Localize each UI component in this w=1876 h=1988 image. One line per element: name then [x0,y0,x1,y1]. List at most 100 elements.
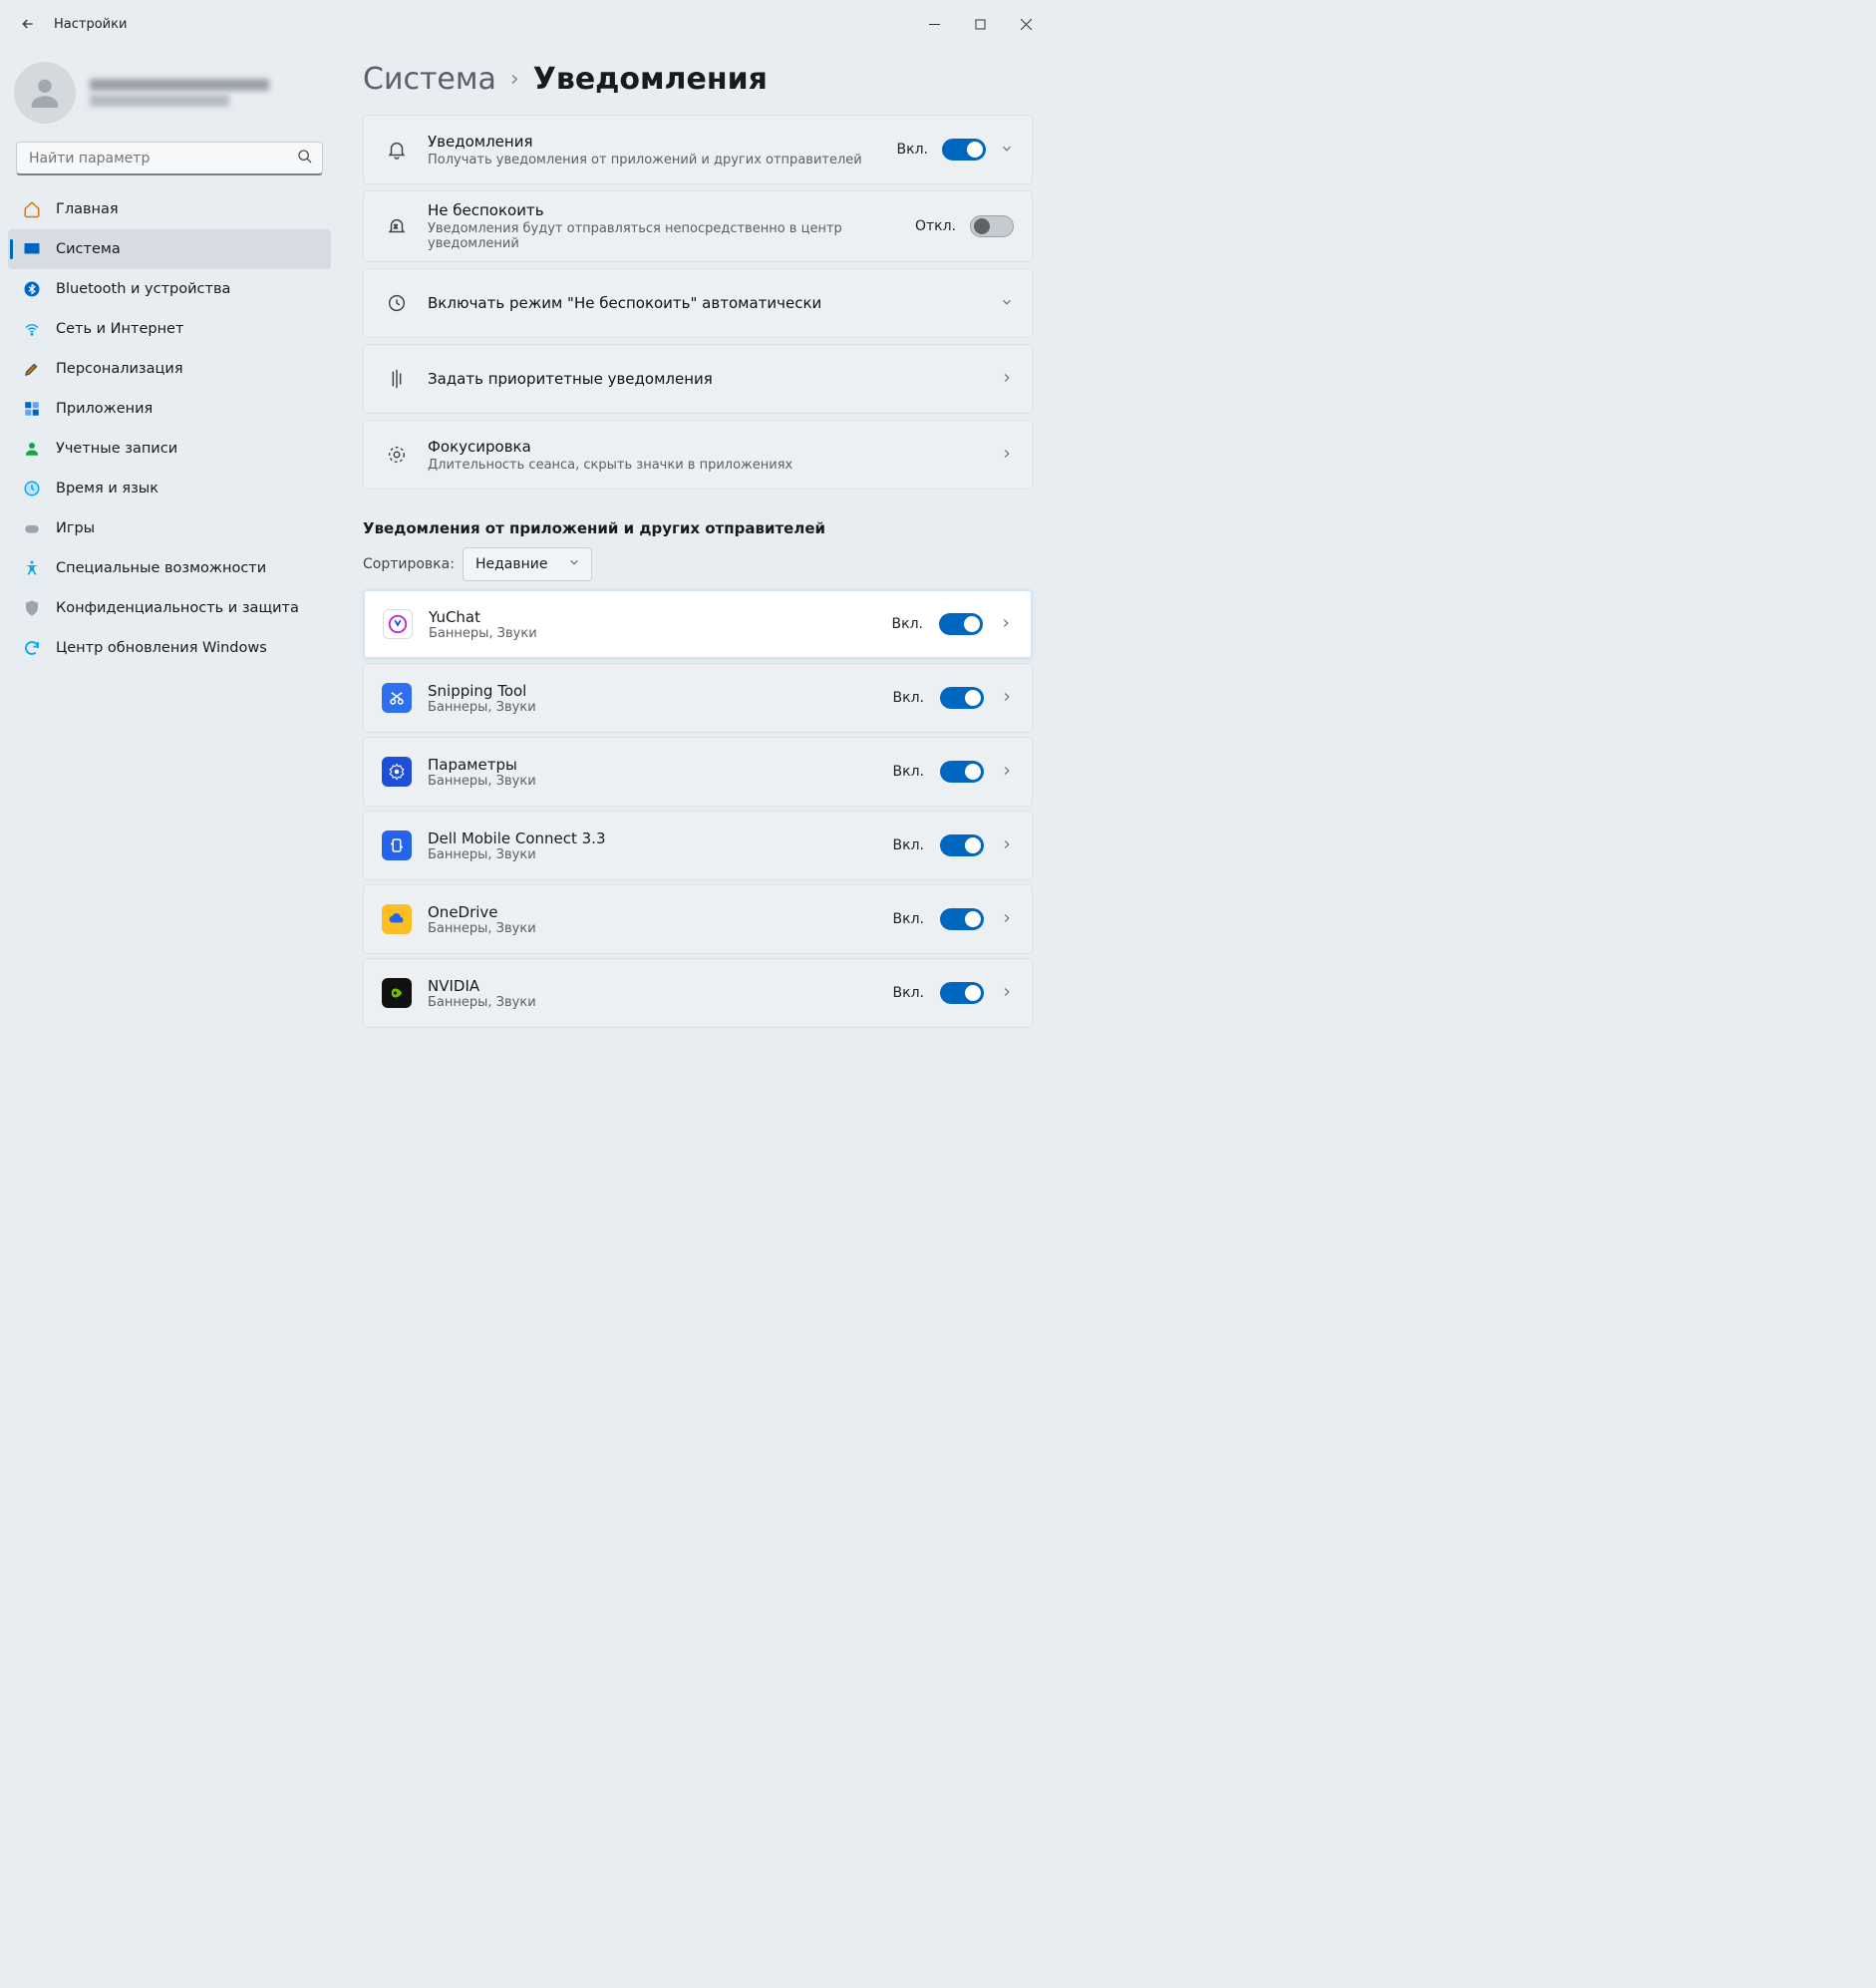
nav-privacy[interactable]: Конфиденциальность и защита [8,588,331,628]
minimize-button[interactable] [911,8,957,40]
nav-system[interactable]: Система [8,229,331,269]
sort-dropdown[interactable]: Недавние [463,547,592,581]
nav-time-language[interactable]: Время и язык [8,469,331,508]
nav-apps[interactable]: Приложения [8,389,331,429]
titlebar: Настройки [0,0,1057,48]
main-panel: Система › Уведомления Уведомления Получа… [339,48,1057,1123]
nav-home[interactable]: Главная [8,189,331,229]
app-icon [382,683,412,713]
chevron-right-icon[interactable] [1000,689,1014,708]
chevron-right-icon[interactable] [999,615,1013,634]
chevron-right-icon[interactable] [1000,763,1014,782]
nav-label: Персонализация [56,361,183,377]
app-name: OneDrive [428,903,877,921]
app-icon [382,757,412,787]
priority-icon [384,366,410,392]
focus-icon [384,442,410,468]
nav-label: Bluetooth и устройства [56,281,230,297]
app-row-snipping[interactable]: Snipping Tool Баннеры, Звуки Вкл. [363,663,1033,733]
app-name: NVIDIA [428,977,877,995]
app-sub: Баннеры, Звуки [429,626,876,641]
nav-bluetooth[interactable]: Bluetooth и устройства [8,269,331,309]
card-focus[interactable]: Фокусировка Длительность сеанса, скрыть … [363,420,1033,490]
sort-row: Сортировка: Недавние [363,547,1033,581]
home-icon [22,199,42,219]
nav-accounts[interactable]: Учетные записи [8,429,331,469]
profile-block[interactable] [8,56,331,142]
chevron-down-icon[interactable] [1000,141,1014,160]
app-row-dell[interactable]: Dell Mobile Connect 3.3 Баннеры, Звуки В… [363,811,1033,880]
nav-windows-update[interactable]: Центр обновления Windows [8,628,331,668]
app-name: YuChat [429,608,876,626]
app-sub: Баннеры, Звуки [428,847,877,862]
notifications-toggle[interactable] [942,139,986,161]
nav-label: Время и язык [56,481,158,497]
app-toggle[interactable] [940,687,984,709]
app-toggle[interactable] [939,613,983,635]
card-sub: Получать уведомления от приложений и дру… [428,153,879,167]
card-notifications[interactable]: Уведомления Получать уведомления от прил… [363,115,1033,184]
window-title: Настройки [54,17,127,32]
chevron-right-icon[interactable] [1000,370,1014,389]
card-dnd[interactable]: z Не беспокоить Уведомления будут отправ… [363,190,1033,262]
dnd-icon: z [384,213,410,239]
app-row-settings[interactable]: Параметры Баннеры, Звуки Вкл. [363,737,1033,807]
nav-personalization[interactable]: Персонализация [8,349,331,389]
breadcrumb-parent[interactable]: Система [363,62,496,97]
nav-label: Конфиденциальность и защита [56,600,299,616]
search-input[interactable] [16,142,323,175]
apps-section-title: Уведомления от приложений и других отпра… [363,519,1033,537]
apps-icon [22,399,42,419]
search-icon [297,149,313,168]
app-row-nvidia[interactable]: NVIDIA Баннеры, Звуки Вкл. [363,958,1033,1028]
toggle-state: Вкл. [893,764,924,780]
app-toggle[interactable] [940,908,984,930]
app-name: Dell Mobile Connect 3.3 [428,829,877,847]
person-icon [22,439,42,459]
app-toggle[interactable] [940,761,984,783]
app-row-yuchat[interactable]: YuChat Баннеры, Звуки Вкл. [363,589,1033,659]
clock-auto-icon [384,290,410,316]
app-sub: Баннеры, Звуки [428,921,877,936]
avatar [14,62,76,124]
nav-list: Главная Система Bluetooth и устройства С… [8,189,331,668]
app-row-onedrive[interactable]: OneDrive Баннеры, Звуки Вкл. [363,884,1033,954]
chevron-right-icon: › [510,67,519,92]
back-button[interactable] [8,4,48,44]
maximize-button[interactable] [957,8,1003,40]
dnd-toggle[interactable] [970,215,1014,237]
chevron-right-icon[interactable] [1000,910,1014,929]
gamepad-icon [22,518,42,538]
profile-text [90,75,269,111]
nav-label: Главная [56,201,119,217]
sidebar: Главная Система Bluetooth и устройства С… [0,48,339,1123]
toggle-state: Откл. [915,218,956,234]
app-sub: Баннеры, Звуки [428,700,877,715]
chevron-down-icon[interactable] [1000,294,1014,313]
card-auto-dnd[interactable]: Включать режим "Не беспокоить" автоматич… [363,268,1033,338]
app-sub: Баннеры, Звуки [428,774,877,789]
close-button[interactable] [1003,8,1049,40]
nav-network[interactable]: Сеть и Интернет [8,309,331,349]
chevron-down-icon [567,555,581,573]
app-icon [382,978,412,1008]
card-sub: Уведомления будут отправляться непосредс… [428,221,897,251]
clock-icon [22,479,42,498]
app-toggle[interactable] [940,834,984,856]
nav-gaming[interactable]: Игры [8,508,331,548]
chevron-right-icon[interactable] [1000,984,1014,1003]
nav-accessibility[interactable]: Специальные возможности [8,548,331,588]
search-box[interactable] [16,142,323,175]
system-icon [22,239,42,259]
toggle-state: Вкл. [897,142,928,158]
chevron-right-icon[interactable] [1000,836,1014,855]
app-sub: Баннеры, Звуки [428,995,877,1010]
card-priority[interactable]: Задать приоритетные уведомления [363,344,1033,414]
nav-label: Система [56,241,121,257]
app-name: Параметры [428,756,877,774]
app-toggle[interactable] [940,982,984,1004]
chevron-right-icon[interactable] [1000,446,1014,465]
page-title: Уведомления [533,62,768,97]
sort-label: Сортировка: [363,556,455,572]
nav-label: Игры [56,520,95,536]
